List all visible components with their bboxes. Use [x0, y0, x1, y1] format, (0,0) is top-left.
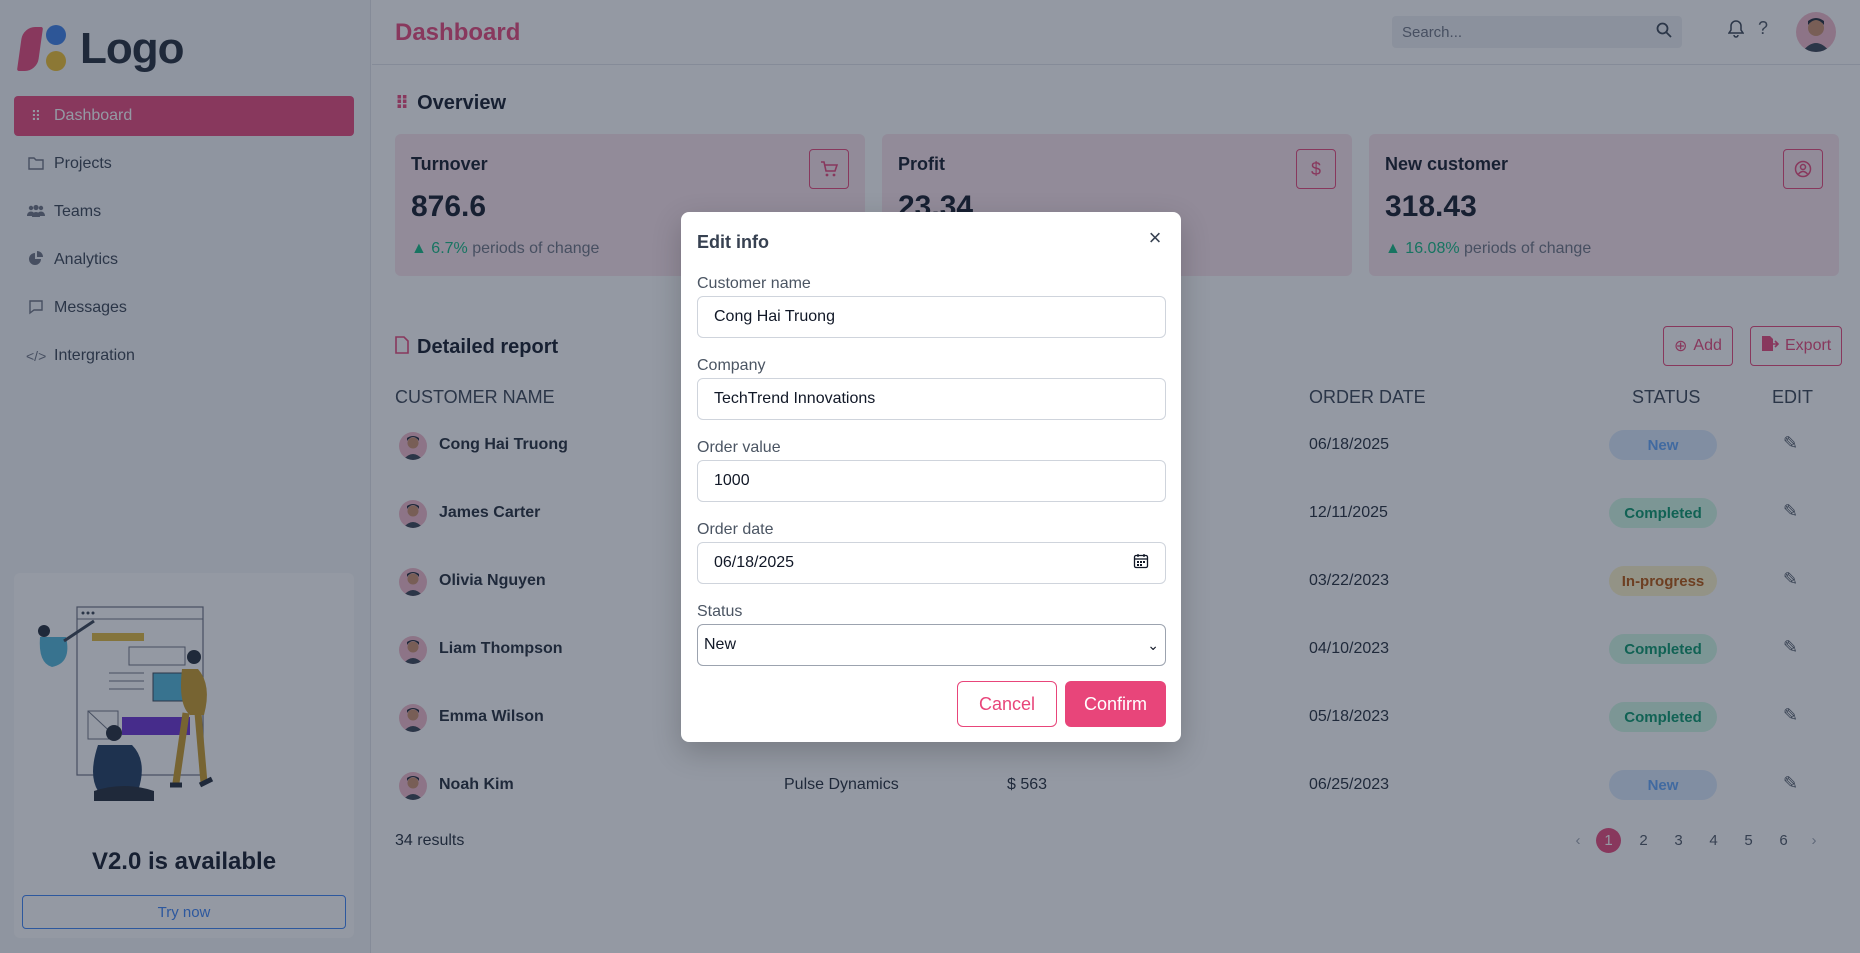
order-value-input[interactable] [714, 472, 1149, 490]
status-label: Status [697, 603, 743, 620]
order-date-field[interactable] [697, 542, 1166, 584]
company-field[interactable] [697, 378, 1166, 420]
confirm-button[interactable]: Confirm [1065, 681, 1166, 727]
status-select[interactable]: New ⌄ [697, 624, 1166, 666]
close-icon[interactable]: × [1143, 225, 1167, 250]
calendar-icon[interactable] [1133, 553, 1149, 574]
cancel-button[interactable]: Cancel [957, 681, 1057, 727]
customer-name-field[interactable] [697, 296, 1166, 338]
company-input[interactable] [714, 390, 1149, 408]
status-selected-value: New [704, 636, 737, 653]
chevron-down-icon: ⌄ [1147, 636, 1159, 653]
order-date-input[interactable] [714, 554, 1133, 572]
company-label: Company [697, 357, 766, 374]
customer-name-input[interactable] [714, 308, 1149, 326]
customer-name-label: Customer name [697, 275, 811, 292]
order-value-label: Order value [697, 439, 781, 456]
edit-info-modal: Edit info × Customer name Company Order … [681, 212, 1181, 742]
modal-title: Edit info [697, 232, 769, 252]
order-date-label: Order date [697, 521, 774, 538]
order-value-field[interactable] [697, 460, 1166, 502]
